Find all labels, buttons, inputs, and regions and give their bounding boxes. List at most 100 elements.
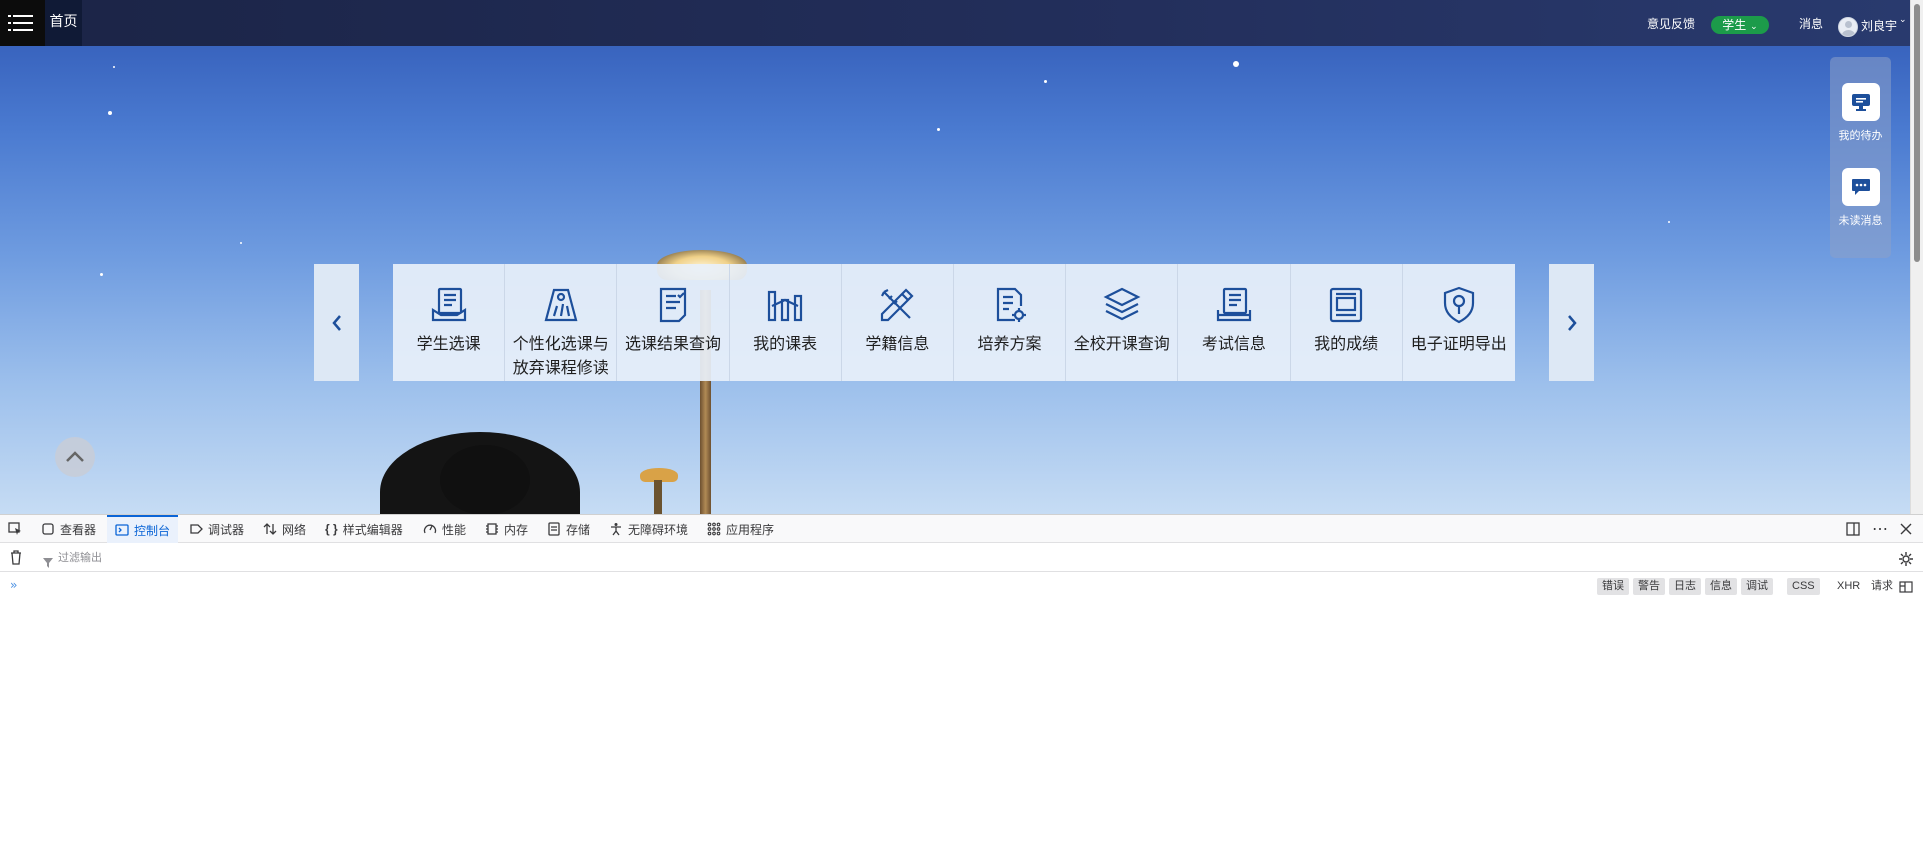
tab-network[interactable]: 网络 [263, 515, 306, 543]
settings-gear-icon[interactable] [1899, 551, 1913, 570]
tab-label: 内存 [504, 522, 529, 537]
tab-application[interactable]: 应用程序 [707, 515, 774, 543]
ruler-pencil-icon [881, 288, 914, 322]
tile-certificate-export[interactable]: 电子证明导出 [1402, 264, 1515, 381]
star [1668, 221, 1670, 223]
accessibility-icon [611, 523, 621, 536]
small-lamp-pole [654, 480, 662, 514]
filter-logs-button[interactable]: 日志 [1669, 578, 1701, 595]
my-todo-button[interactable]: 我的待办 [1830, 83, 1891, 143]
tile-label: 我的成绩 [1314, 334, 1379, 353]
chevron-up-icon [66, 451, 84, 462]
layers-icon [1103, 287, 1141, 321]
devtools-panel: 查看器 控制台 调试器 网络 { } 样式编辑器 性能 内存 存储 无障碍环境 … [0, 514, 1923, 853]
exam-book-icon [1216, 287, 1252, 322]
chip-icon [486, 523, 498, 535]
filter-debug-button[interactable]: 调试 [1741, 578, 1773, 595]
tile-label: 培养方案 [977, 334, 1042, 353]
tab-debugger[interactable]: 调试器 [189, 515, 244, 543]
schedule-chart-icon [768, 290, 803, 322]
tab-accessibility[interactable]: 无障碍环境 [609, 515, 688, 543]
filter-errors-button[interactable]: 错误 [1597, 578, 1629, 595]
tile-label: 学籍信息 [865, 334, 930, 353]
tag-icon [544, 288, 578, 322]
scrollbar-thumb[interactable] [1914, 4, 1920, 262]
chevron-right-icon [1567, 314, 1577, 331]
tile-label: 学生选课 [416, 334, 481, 353]
tile-label: 我的课表 [753, 334, 818, 353]
tile-label: 考试信息 [1201, 334, 1266, 353]
split-console-icon[interactable] [1899, 578, 1913, 597]
page-viewport: 首页 意见反馈 学生 ⌄ 消息 刘良宇 ⌄ 我的待办 未读消息 学生选课 个性化… [0, 0, 1923, 514]
close-icon[interactable] [1899, 515, 1913, 543]
tab-label: 存储 [566, 522, 591, 537]
feedback-link[interactable]: 意见反馈 [1647, 15, 1695, 32]
tile-label: 电子证明导出 [1410, 334, 1507, 353]
carousel-next-button[interactable] [1549, 264, 1594, 381]
tab-memory[interactable]: 内存 [485, 515, 528, 543]
back-to-top-button[interactable] [55, 437, 95, 477]
tab-label: 性能 [442, 522, 467, 537]
star [1044, 80, 1047, 83]
tile-student-status[interactable]: 学籍信息 [841, 264, 954, 381]
tab-label: 应用程序 [726, 522, 775, 537]
tile-all-courses[interactable]: 全校开课查询 [1066, 264, 1179, 381]
tab-label: 样式编辑器 [342, 522, 403, 537]
inspector-icon [42, 523, 54, 535]
tile-exam-info[interactable]: 考试信息 [1178, 264, 1291, 381]
quick-panel: 我的待办 未读消息 [1830, 57, 1891, 258]
filter-xhr-button[interactable]: XHR [1832, 578, 1865, 595]
tile-personalized-selection[interactable]: 个性化选课与放弃课程修读 [505, 264, 618, 381]
element-picker-icon[interactable] [8, 515, 22, 543]
tile-my-grades[interactable]: 我的成绩 [1290, 264, 1403, 381]
tab-inspector[interactable]: 查看器 [41, 515, 96, 543]
tab-label: 调试器 [208, 522, 245, 537]
braces-icon: { } [325, 522, 338, 536]
tile-training-plan[interactable]: 培养方案 [953, 264, 1067, 381]
tab-style-editor[interactable]: { } 样式编辑器 [325, 515, 403, 543]
filter-css-button[interactable]: CSS [1787, 578, 1820, 595]
more-options-icon[interactable]: ⋯ [1872, 515, 1888, 543]
carousel-prev-button[interactable] [314, 264, 359, 381]
chat-bubble-icon [1841, 168, 1880, 206]
unread-messages-label: 未读消息 [1838, 214, 1883, 227]
dock-side-icon[interactable] [1846, 515, 1860, 543]
unread-messages-button[interactable]: 未读消息 [1830, 168, 1891, 228]
course-book-icon [431, 287, 466, 322]
tile-label: 全校开课查询 [1073, 334, 1170, 353]
tile-label: 个性化选课与放弃课程修读 [512, 334, 609, 377]
shield-certificate-icon [1443, 286, 1474, 324]
page-scrollbar[interactable] [1910, 0, 1923, 514]
checklist-icon [659, 287, 687, 323]
console-icon [115, 524, 129, 536]
grade-card-icon [1329, 287, 1363, 323]
home-tab[interactable]: 首页 [45, 0, 82, 46]
role-switch-button[interactable]: 学生 ⌄ [1711, 16, 1769, 34]
console-prompt[interactable]: » [10, 578, 17, 592]
monitor-icon [1841, 83, 1880, 121]
tab-console[interactable]: 控制台 [107, 515, 179, 543]
messages-link[interactable]: 消息 [1799, 15, 1823, 32]
tab-label: 无障碍环境 [628, 522, 689, 537]
console-filter-bar: 错误 警告 日志 信息 调试 CSS XHR 请求 [0, 544, 1923, 595]
trash-icon[interactable] [9, 550, 23, 569]
filter-requests-button[interactable]: 请求 [1866, 578, 1898, 595]
username[interactable]: 刘良宇 [1861, 17, 1897, 34]
tile-selection-result[interactable]: 选课结果查询 [617, 264, 730, 381]
star [240, 242, 242, 244]
chevron-down-icon[interactable]: ⌄ [1899, 15, 1907, 25]
tab-storage[interactable]: 存储 [547, 515, 590, 543]
tile-my-schedule[interactable]: 我的课表 [729, 264, 842, 381]
tile-student-course-selection[interactable]: 学生选课 [393, 264, 506, 381]
grid-icon [707, 522, 721, 536]
star [113, 66, 115, 68]
tab-performance[interactable]: 性能 [423, 515, 466, 543]
hamburger-menu-icon[interactable] [0, 0, 45, 46]
filter-info-button[interactable]: 信息 [1705, 578, 1737, 595]
filter-warnings-button[interactable]: 警告 [1633, 578, 1665, 595]
top-navbar: 首页 意见反馈 学生 ⌄ 消息 刘良宇 ⌄ [0, 0, 1910, 46]
avatar[interactable] [1838, 17, 1858, 37]
star [1233, 61, 1239, 67]
tile-label: 选课结果查询 [624, 334, 721, 353]
console-filter-input[interactable] [40, 548, 340, 568]
